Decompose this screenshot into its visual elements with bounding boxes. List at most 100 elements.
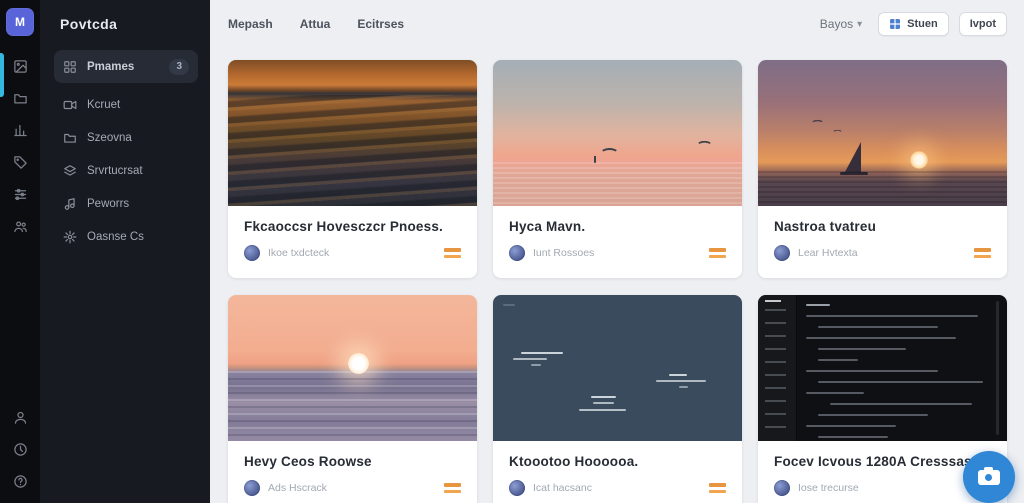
stuen-button[interactable]: Stuen xyxy=(878,12,949,36)
chart-icon[interactable] xyxy=(0,114,40,146)
card-footer: Hevy Ceos Roowse Ads Hscrack xyxy=(228,441,477,496)
card-title: Focev Icvous 1280A Cresssas xyxy=(774,454,972,469)
actions-icon[interactable] xyxy=(709,248,726,258)
fab-camera-button[interactable] xyxy=(963,451,1015,503)
portfolio-card[interactable]: Ktoootoo Hoooooa. Icat hacsanc xyxy=(493,295,742,503)
sliders-icon xyxy=(14,188,26,200)
image-icon[interactable] xyxy=(0,50,40,82)
video-icon xyxy=(63,100,77,109)
owner-avatar xyxy=(509,245,525,261)
bird-silhouette xyxy=(810,120,824,128)
app-logo[interactable]: M xyxy=(6,8,34,36)
sidebar-item-srvrtucrsat[interactable]: Srvrtucrsat xyxy=(54,154,198,187)
actions-icon[interactable] xyxy=(444,248,461,258)
tab-bar: Mepash Attua Ecitrses xyxy=(228,17,404,31)
sailboat-silhouette xyxy=(845,142,862,173)
code-editor-lines xyxy=(806,304,989,441)
portfolio-card[interactable]: Hevy Ceos Roowse Ads Hscrack xyxy=(228,295,477,503)
help-icon xyxy=(13,474,27,488)
grid-window-icon xyxy=(890,19,901,29)
card-image-sailboat-sunset xyxy=(758,60,1007,206)
actions-icon[interactable] xyxy=(974,248,991,258)
actions-icon[interactable] xyxy=(709,483,726,493)
sidebar-item-label: Pmames xyxy=(87,60,135,73)
sun xyxy=(909,150,928,169)
sidebar-item-pmames[interactable]: Pmames 3 xyxy=(54,50,198,83)
app-window: M Povtcda Pmames 3 Kcruet Szeovna Srvrtu… xyxy=(0,0,1024,503)
clock-icon xyxy=(13,442,27,456)
card-footer: Fkcaoccsr Hovesczcr Pnoess. Ikoe txdctec… xyxy=(228,206,477,261)
card-image-sunrise-sea xyxy=(228,295,477,441)
card-meta-row: Icat hacsanc xyxy=(509,480,726,496)
sidebar-item-kcruet[interactable]: Kcruet xyxy=(54,88,198,121)
music-icon xyxy=(64,197,75,210)
card-meta-row: Ikoe txdcteck xyxy=(244,245,461,261)
card-title: Ktoootoo Hoooooa. xyxy=(509,454,639,469)
card-title: Fkcaoccsr Hovesczcr Pnoess. xyxy=(244,219,444,234)
rail-bottom-group xyxy=(0,401,40,503)
clock-icon[interactable] xyxy=(0,433,40,465)
sliders-icon[interactable] xyxy=(0,178,40,210)
portfolio-card[interactable]: Hyca Mavn. Iunt Rossoes xyxy=(493,60,742,278)
portfolio-card[interactable]: Fkcaoccsr Hovesczcr Pnoess. Ikoe txdctec… xyxy=(228,60,477,278)
card-subtitle: Ads Hscrack xyxy=(268,482,327,494)
card-image-code-editor xyxy=(758,295,1007,441)
folder-icon xyxy=(64,133,76,143)
users-icon[interactable] xyxy=(0,210,40,242)
sailboat-hull xyxy=(840,172,869,176)
stuen-button-label: Stuen xyxy=(907,18,938,30)
tag-icon xyxy=(13,155,27,169)
card-image-sunset-waves xyxy=(228,60,477,206)
card-meta-row: Lear Hvtexta xyxy=(774,245,991,261)
filter-dropdown[interactable]: Bayos ▾ xyxy=(814,16,868,32)
sidebar-item-label: Oasnse Cs xyxy=(87,230,144,243)
folder-icon xyxy=(13,93,27,103)
sidebar-item-label: Peworrs xyxy=(87,197,130,210)
tab-attua[interactable]: Attua xyxy=(300,17,331,31)
count-badge: 3 xyxy=(169,58,189,75)
sidebar-item-oasnse[interactable]: Oasnse Cs xyxy=(54,220,198,253)
bird-silhouette xyxy=(600,147,620,160)
card-meta-row: Iose trecurse xyxy=(774,480,991,496)
sidebar-item-label: Szeovna xyxy=(87,131,132,144)
main-content: Mepash Attua Ecitrses Bayos ▾ Stuen Ivpo… xyxy=(210,0,1024,503)
card-title: Hyca Mavn. xyxy=(509,219,586,234)
card-subtitle: Iose trecurse xyxy=(798,482,859,494)
owner-avatar xyxy=(244,245,260,261)
camera-icon xyxy=(978,466,1000,485)
image-icon xyxy=(13,59,27,73)
sidebar-item-szeovna[interactable]: Szeovna xyxy=(54,121,198,154)
owner-avatar xyxy=(244,480,260,496)
owner-avatar xyxy=(774,245,790,261)
sidebar-item-peworrs[interactable]: Peworrs xyxy=(54,187,198,220)
tag-icon[interactable] xyxy=(0,146,40,178)
card-meta-row: Ads Hscrack xyxy=(244,480,461,496)
sun xyxy=(347,353,369,375)
ivpot-button-label: Ivpot xyxy=(969,18,996,30)
portfolio-card[interactable]: Nastroa tvatreu Lear Hvtexta xyxy=(758,60,1007,278)
card-grid: Fkcaoccsr Hovesczcr Pnoess. Ikoe txdctec… xyxy=(228,60,1007,503)
grid-icon xyxy=(64,60,76,73)
bird-silhouette xyxy=(831,129,843,137)
top-bar: Mepash Attua Ecitrses Bayos ▾ Stuen Ivpo… xyxy=(228,0,1007,48)
folder-icon[interactable] xyxy=(0,82,40,114)
filter-label: Bayos xyxy=(819,17,854,31)
card-title: Nastroa tvatreu xyxy=(774,219,877,234)
sidebar-title: Povtcda xyxy=(60,16,118,32)
owner-avatar xyxy=(774,480,790,496)
ivpot-button[interactable]: Ivpot xyxy=(958,12,1007,36)
owner-avatar xyxy=(509,480,525,496)
card-title: Hevy Ceos Roowse xyxy=(244,454,372,469)
layers-icon xyxy=(64,164,76,176)
tab-mepash[interactable]: Mepash xyxy=(228,17,273,31)
actions-icon[interactable] xyxy=(444,483,461,493)
card-subtitle: Iunt Rossoes xyxy=(533,247,595,259)
distant-boat xyxy=(593,156,596,164)
tab-ecitrses[interactable]: Ecitrses xyxy=(357,17,404,31)
card-footer: Ktoootoo Hoooooa. Icat hacsanc xyxy=(493,441,742,496)
profile-icon[interactable] xyxy=(0,401,40,433)
bird-silhouette xyxy=(696,141,713,151)
sidebar: Povtcda Pmames 3 Kcruet Szeovna Srvrtucr… xyxy=(40,0,210,503)
help-icon[interactable] xyxy=(0,465,40,497)
users-icon xyxy=(13,221,27,232)
